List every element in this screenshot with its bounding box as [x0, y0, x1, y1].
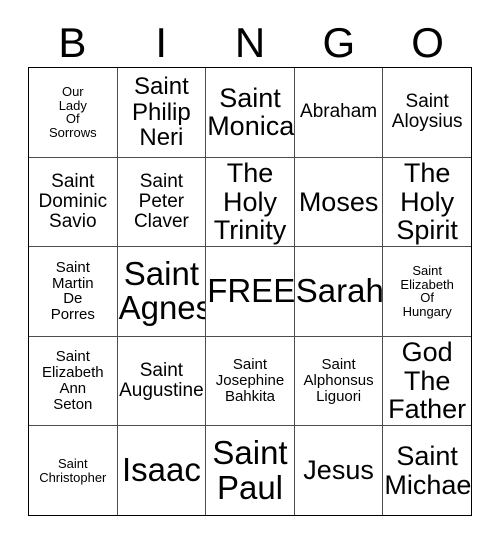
bingo-cell[interactable]: Saint Alphonsus Liguori [294, 336, 384, 426]
bingo-card: B I N G O Our Lady Of Sorrows Saint Philip Ne… [0, 0, 500, 544]
bingo-cell-label: Abraham [300, 101, 378, 123]
bingo-cell[interactable]: Saint Monica [206, 68, 295, 157]
bingo-cell-label: Saint Martin De Porres [50, 258, 95, 324]
bingo-header-letter-o: O [411, 18, 444, 66]
bingo-header-letter-i: I [155, 18, 168, 66]
bingo-cell-label: Saint Paul [212, 433, 288, 506]
bingo-cell-label: Sarah [295, 272, 384, 309]
bingo-cell-label: Moses [298, 186, 379, 217]
bingo-cell-label: Saint Alphonsus Liguori [303, 356, 374, 406]
bingo-cell-label: God The Father [388, 337, 467, 425]
bingo-row: Saint Martin De Porres Saint Agnes FREE! Sa… [29, 247, 471, 337]
bingo-cell-label: Saint Christopher [39, 455, 107, 485]
bingo-cell-label: Saint Aloysius [391, 91, 463, 133]
bingo-cell-label: Our Lady Of Sorrows [48, 83, 97, 141]
bingo-cell-label: Isaac [121, 451, 201, 489]
bingo-cell[interactable]: The Holy Trinity [206, 157, 295, 247]
bingo-cell-label: The Holy Trinity [213, 157, 287, 246]
bingo-cell-label: Saint Augustine [119, 359, 204, 402]
bingo-cell[interactable]: Saint Aloysius [383, 68, 471, 157]
bingo-cell[interactable]: Saint Martin De Porres [29, 247, 118, 336]
bingo-cell[interactable]: Saint Peter Claver [117, 157, 207, 247]
bingo-header: BINGO [28, 18, 472, 67]
bingo-cell-label: Saint Monica [207, 82, 295, 142]
bingo-cell[interactable]: Saint Christopher [29, 426, 118, 515]
bingo-cell[interactable]: The Holy Spirit [383, 157, 471, 247]
bingo-row: Saint Christopher Isaac Saint Paul Jesus Sai… [29, 426, 471, 515]
bingo-cell-label: Saint Elizabeth Ann Seton [41, 348, 104, 413]
bingo-row: Saint Elizabeth Ann Seton Saint Augustine… [29, 336, 471, 427]
bingo-free-cell[interactable]: FREE! [206, 247, 295, 336]
bingo-cell-label: Saint Peter Claver [133, 170, 189, 232]
bingo-cell-label: Saint Michael [384, 441, 471, 500]
bingo-cell[interactable]: Saint Michael [383, 426, 471, 515]
bingo-cell[interactable]: Jesus [294, 426, 384, 515]
bingo-cell[interactable]: Abraham [294, 68, 384, 157]
bingo-header-letter-g: G [322, 18, 356, 66]
bingo-cell-label: FREE! [207, 272, 295, 309]
bingo-cell[interactable]: Saint Elizabeth Of Hungary [383, 247, 471, 336]
bingo-cell[interactable]: Saint Elizabeth Ann Seton [29, 336, 118, 426]
bingo-cell-label: Saint Philip Neri [132, 73, 191, 152]
bingo-cell[interactable]: Saint Agnes [117, 247, 207, 336]
bingo-cell[interactable]: God The Father [383, 336, 471, 426]
bingo-row: Our Lady Of Sorrows Saint Philip Neri Sain… [29, 68, 471, 158]
bingo-cell[interactable]: Saint Philip Neri [117, 68, 207, 157]
bingo-cell-label: Saint Josephine Bahkita [215, 356, 285, 406]
bingo-cell[interactable]: Our Lady Of Sorrows [29, 68, 118, 157]
bingo-cell[interactable]: Saint Dominic Savio [29, 157, 118, 247]
bingo-cell-label: Saint Agnes [118, 254, 207, 327]
bingo-header-letter-n: N [234, 18, 266, 66]
bingo-cell-label: Saint Dominic Savio [38, 170, 108, 232]
bingo-header-letter-b: B [58, 18, 87, 66]
bingo-row: Saint Dominic Savio Saint Peter Claver The… [29, 157, 471, 248]
bingo-cell[interactable]: Sarah [294, 247, 384, 336]
bingo-cell[interactable]: Moses [294, 157, 384, 247]
bingo-grid: Our Lady Of Sorrows Saint Philip Neri Sain… [28, 67, 472, 516]
bingo-cell-label: The Holy Spirit [396, 157, 458, 246]
bingo-cell-label: Saint Elizabeth Of Hungary [400, 262, 454, 320]
bingo-cell[interactable]: Saint Augustine [117, 336, 207, 426]
bingo-cell[interactable]: Saint Josephine Bahkita [206, 336, 295, 426]
bingo-cell[interactable]: Isaac [117, 426, 207, 515]
bingo-cell-label: Jesus [303, 455, 374, 486]
bingo-cell[interactable]: Saint Paul [206, 426, 295, 515]
